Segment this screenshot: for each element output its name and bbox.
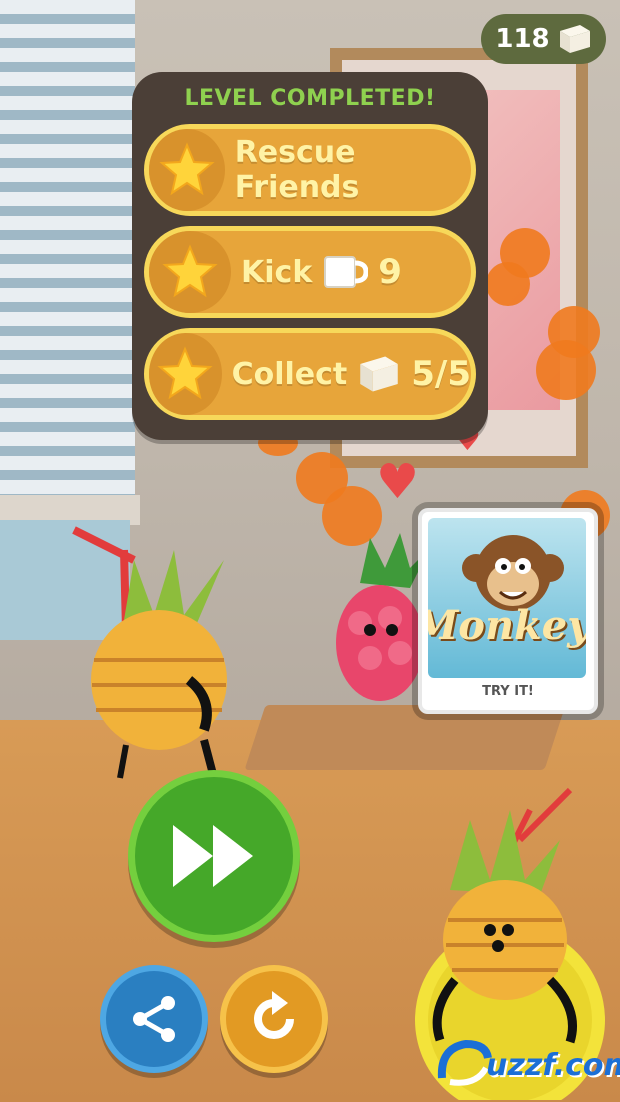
goal-label: Kick bbox=[241, 254, 313, 290]
ad-card[interactable]: Monkeyra TRY IT! bbox=[418, 508, 598, 714]
share-icon bbox=[133, 996, 175, 1042]
window-blinds bbox=[0, 0, 135, 500]
watermark: uzzf.com bbox=[436, 1034, 620, 1090]
cup-icon bbox=[324, 256, 369, 288]
sugar-cube-icon bbox=[559, 25, 590, 53]
ad-image[interactable]: Monkeyra bbox=[428, 518, 586, 678]
goal-count: 5/5 bbox=[411, 354, 471, 394]
restart-button[interactable] bbox=[220, 965, 328, 1073]
goal-collect: Collect 5/5 bbox=[144, 328, 476, 420]
goal-count: 9 bbox=[378, 252, 402, 292]
restart-icon bbox=[254, 991, 294, 1039]
pineapple-character bbox=[72, 526, 227, 780]
next-level-button[interactable] bbox=[128, 770, 300, 942]
bubble bbox=[486, 262, 530, 306]
goal-rescue-friends: Rescue Friends bbox=[144, 124, 476, 216]
goal-kick: Kick 9 bbox=[144, 226, 476, 318]
ad-title: Monkeyra bbox=[428, 602, 586, 649]
star-icon bbox=[149, 129, 225, 211]
goal-label: Rescue Friends bbox=[234, 135, 360, 205]
coin-counter: 118 bbox=[481, 14, 606, 64]
goal-label: Collect bbox=[231, 356, 348, 392]
star-icon bbox=[149, 333, 222, 415]
level-completed-panel: LEVEL COMPLETED! Rescue Friends Kick 9 C… bbox=[132, 72, 488, 440]
wood-plank bbox=[244, 705, 566, 770]
star-icon bbox=[149, 231, 231, 313]
sugar-cube-icon bbox=[360, 356, 399, 392]
watermark-logo-icon bbox=[437, 1039, 492, 1086]
watermark-text: uzzf.com bbox=[486, 1048, 620, 1083]
coin-count: 118 bbox=[495, 24, 550, 54]
heart-icon: ♥ bbox=[376, 454, 420, 510]
try-it-button[interactable]: TRY IT! bbox=[422, 684, 594, 699]
panel-title: LEVEL COMPLETED! bbox=[184, 86, 436, 111]
share-button[interactable] bbox=[100, 965, 208, 1073]
bubble bbox=[536, 340, 596, 400]
fast-forward-icon bbox=[173, 825, 253, 887]
